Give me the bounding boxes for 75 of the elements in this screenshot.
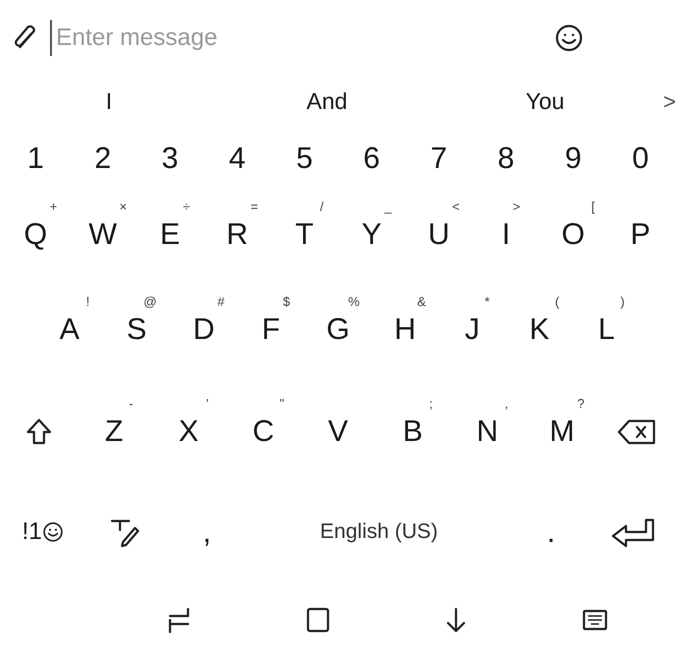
keyboard-icon[interactable] [582,608,608,632]
hint-symbol: = [250,200,258,212]
key[interactable]: 7 [405,131,472,185]
key[interactable]: 1 [2,131,70,185]
hint-symbol: @ [143,294,157,308]
key[interactable]: N , [450,392,525,472]
key[interactable]: 3 [136,131,204,185]
key[interactable]: Z - [76,392,152,472]
key[interactable]: 4 [204,131,271,185]
hint-symbol: ; [429,397,433,410]
key[interactable]: V [300,404,376,458]
hint-symbol: + [50,200,58,212]
hint-symbol: _ [384,200,392,212]
hint-symbol: & [417,294,426,308]
hint-symbol: ÷ [182,200,190,212]
emoji-icon [42,521,64,543]
key[interactable]: H & [372,289,439,369]
hint-symbol: " [280,397,284,410]
chevron-button[interactable]: > [654,84,676,118]
key[interactable]: B ; [375,392,450,472]
hint-symbol: ( [554,294,560,308]
home-icon[interactable] [304,606,331,634]
key[interactable]: I > [472,194,540,274]
key[interactable]: W × [69,194,136,274]
hint-symbol: ? [577,397,585,410]
hint-symbol: $ [282,294,290,308]
key[interactable]: J * [438,289,506,369]
key[interactable]: 5 [270,131,338,185]
hint-symbol: - [128,397,134,410]
key[interactable]: U < [405,194,472,274]
key[interactable]: 0 [606,131,674,185]
symbols-key[interactable]: !1 [2,505,84,559]
key[interactable]: A ! [36,289,104,369]
suggestion[interactable]: And [218,84,436,118]
hint-symbol: > [512,200,520,212]
hint-symbol: × [119,200,127,212]
key[interactable]: C " [226,392,301,472]
hint-symbol: , [504,397,508,410]
key[interactable]: R = [204,194,271,274]
hint-symbol: * [484,294,490,308]
hint-symbol: [ [591,200,595,212]
hint-symbol: % [348,294,360,308]
hint-symbol: / [320,200,324,212]
hint-symbol: ' [206,397,209,410]
key[interactable]: G % [304,289,372,369]
key[interactable]: S @ [103,289,170,369]
key[interactable]: Q + [2,194,70,274]
key[interactable]: 9 [540,131,607,185]
key[interactable]: Y _ [338,194,406,274]
key[interactable]: , [166,505,248,559]
key[interactable]: D # [170,289,238,369]
key[interactable]: . [510,505,592,559]
backspace-icon [616,418,657,446]
key[interactable]: T / [270,194,338,274]
suggestion[interactable]: I [0,84,218,118]
hint-symbol: ! [86,294,90,308]
message-field[interactable]: Enter message [50,20,550,56]
key[interactable]: X ' [151,392,226,472]
hint-symbol: # [217,294,225,308]
key[interactable]: O [ [540,194,607,274]
key[interactable]: P [606,207,674,261]
key[interactable]: 8 [472,131,540,185]
hint-symbol: < [452,200,460,212]
key[interactable]: E ÷ [136,194,204,274]
key[interactable]: K ( [506,289,573,369]
suggestion[interactable]: You [436,84,654,118]
key[interactable]: F $ [237,289,304,369]
enter-icon [610,516,656,548]
hint-symbol: ) [620,294,625,308]
emoji-icon[interactable] [554,22,584,52]
key[interactable]: 6 [338,131,406,185]
key[interactable]: 2 [69,131,136,185]
key[interactable]: M ? [524,392,600,472]
key[interactable]: L ) [572,289,640,369]
space-bar[interactable]: English (US) [248,505,510,559]
